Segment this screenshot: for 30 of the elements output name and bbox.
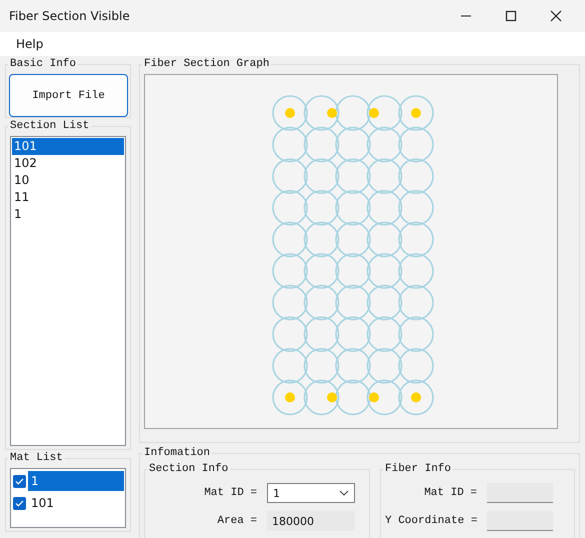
group-title: Mat List (9, 452, 64, 464)
close-icon[interactable] (550, 10, 562, 22)
import-file-button[interactable]: Import File (9, 74, 128, 117)
field-label: Y Coordinate = (385, 515, 478, 527)
field-label: Mat ID = (203, 487, 258, 499)
list-item[interactable]: 101 (28, 493, 124, 513)
group-title: Infomation (143, 447, 212, 459)
field-label: Mat ID = (423, 487, 478, 499)
group-title: Section List (9, 120, 90, 132)
list-item[interactable]: 11 (12, 189, 124, 206)
group-title: Basic Info (9, 58, 78, 70)
list-item[interactable]: 102 (12, 155, 124, 172)
list-item[interactable]: 1 (28, 471, 124, 491)
checkbox[interactable] (13, 474, 26, 488)
mat-id-dropdown[interactable]: 1 (267, 483, 355, 503)
menu-item[interactable]: Help (16, 37, 44, 51)
group-title: Fiber Section Graph (143, 58, 270, 70)
input-field[interactable] (487, 511, 553, 531)
window-title: Fiber Section Visible (9, 9, 130, 23)
area-field[interactable]: 180000 (267, 511, 355, 531)
caret-icon (339, 490, 349, 496)
field-label: Area = (216, 515, 258, 527)
input-field[interactable] (487, 483, 553, 503)
list-item[interactable]: 10 (12, 172, 124, 189)
list-item[interactable]: 101 (12, 138, 124, 155)
group-title: Fiber Info (384, 463, 452, 475)
checkbox[interactable] (13, 496, 26, 510)
list-item[interactable]: 1 (12, 206, 124, 223)
group-title: Section Info (148, 463, 230, 475)
maximize-icon[interactable] (505, 10, 517, 22)
